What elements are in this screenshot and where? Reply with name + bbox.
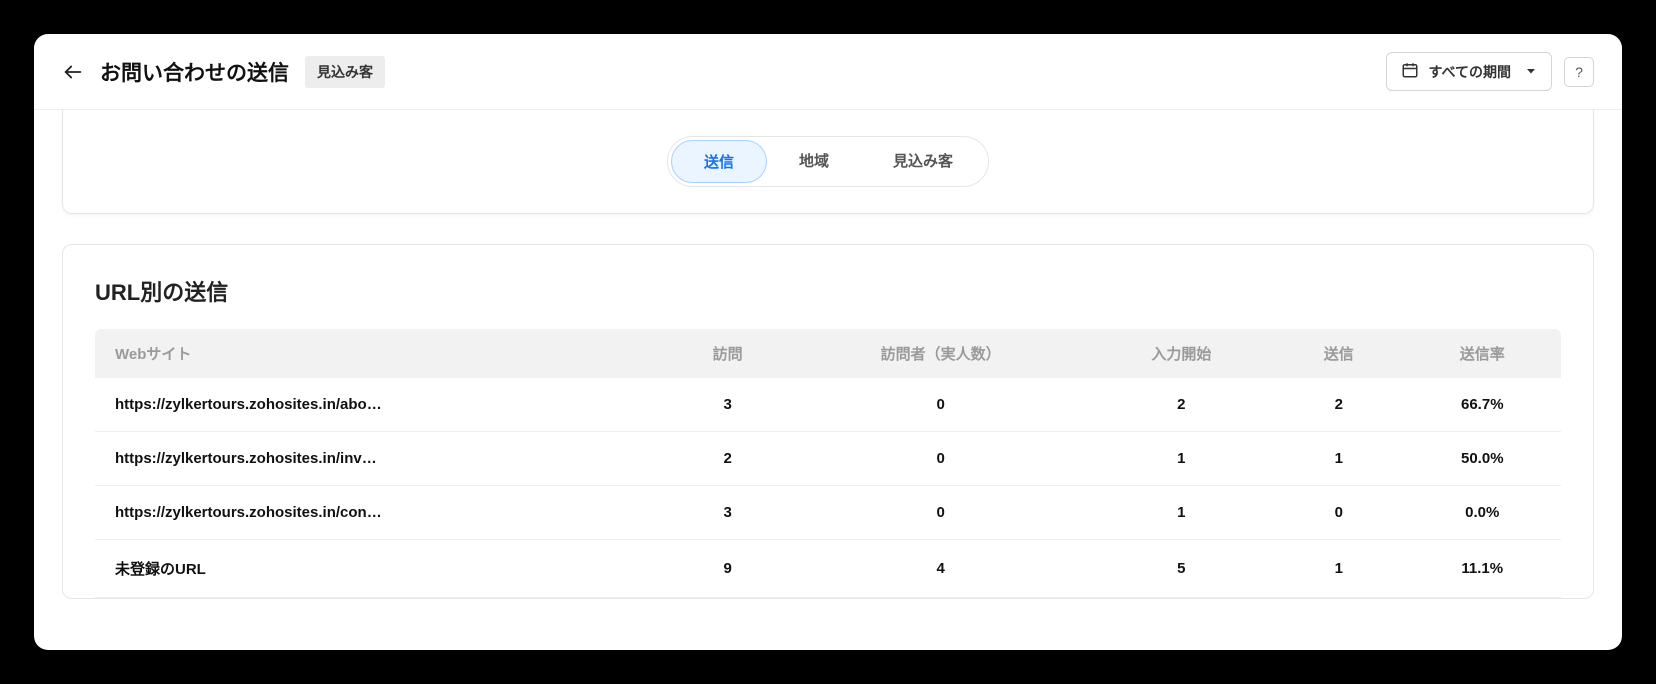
page-badge: 見込み客 [305,56,385,88]
col-website: Webサイト [95,329,663,378]
back-arrow-icon[interactable] [62,61,84,83]
help-button[interactable]: ? [1564,57,1594,87]
cell-started: 2 [1089,378,1274,432]
cell-uniques: 0 [792,378,1088,432]
tabs-card: 送信 地域 見込み客 [62,110,1594,214]
header-right: すべての期間 ? [1386,52,1594,91]
cell-uniques: 0 [792,486,1088,540]
cell-submit: 1 [1274,432,1404,486]
col-uniques: 訪問者（実人数） [792,329,1088,378]
table-card: URL別の送信 Webサイト 訪問 訪問者（実人数） 入力開始 送信 送信率 h… [62,244,1594,599]
date-range-picker[interactable]: すべての期間 [1386,52,1552,91]
cell-uniques: 4 [792,540,1088,598]
tab-submit[interactable]: 送信 [671,140,767,183]
cell-site: https://zylkertours.zohosites.in/con… [95,486,663,540]
cell-submit: 0 [1274,486,1404,540]
cell-site: https://zylkertours.zohosites.in/inv… [95,432,663,486]
help-icon: ? [1575,64,1583,80]
cell-started: 5 [1089,540,1274,598]
table-title: URL別の送信 [95,275,1561,307]
cell-site: 未登録のURL [95,540,663,598]
cell-submit: 1 [1274,540,1404,598]
cell-visits: 9 [663,540,793,598]
cell-started: 1 [1089,432,1274,486]
cell-visits: 3 [663,378,793,432]
table-row[interactable]: 未登録のURL 9 4 5 1 11.1% [95,540,1561,598]
cell-rate: 11.1% [1404,540,1561,598]
cell-rate: 66.7% [1404,378,1561,432]
table-header-row: Webサイト 訪問 訪問者（実人数） 入力開始 送信 送信率 [95,329,1561,378]
calendar-icon [1401,61,1419,82]
segmented-control: 送信 地域 見込み客 [667,136,989,187]
main-panel: お問い合わせの送信 見込み客 すべての期間 ? 送信 地域 見込み客 [34,34,1622,650]
col-submit: 送信 [1274,329,1404,378]
cell-uniques: 0 [792,432,1088,486]
cell-visits: 3 [663,486,793,540]
cell-rate: 0.0% [1404,486,1561,540]
cell-site: https://zylkertours.zohosites.in/abo… [95,378,663,432]
body-area: 送信 地域 見込み客 URL別の送信 Webサイト 訪問 訪問者（実人数） 入力… [34,110,1622,650]
table-row[interactable]: https://zylkertours.zohosites.in/inv… 2 … [95,432,1561,486]
tab-leads[interactable]: 見込み客 [861,140,985,183]
cell-rate: 50.0% [1404,432,1561,486]
col-visits: 訪問 [663,329,793,378]
tab-region[interactable]: 地域 [767,140,861,183]
page-header: お問い合わせの送信 見込み客 すべての期間 ? [34,34,1622,110]
col-started: 入力開始 [1089,329,1274,378]
cell-visits: 2 [663,432,793,486]
table-row[interactable]: https://zylkertours.zohosites.in/abo… 3 … [95,378,1561,432]
date-range-label: すべての期間 [1429,62,1511,82]
table-row[interactable]: https://zylkertours.zohosites.in/con… 3 … [95,486,1561,540]
cell-started: 1 [1089,486,1274,540]
col-rate: 送信率 [1404,329,1561,378]
url-table: Webサイト 訪問 訪問者（実人数） 入力開始 送信 送信率 https://z… [95,329,1561,598]
cell-submit: 2 [1274,378,1404,432]
page-title: お問い合わせの送信 [100,57,289,87]
chevron-down-icon [1521,64,1537,80]
